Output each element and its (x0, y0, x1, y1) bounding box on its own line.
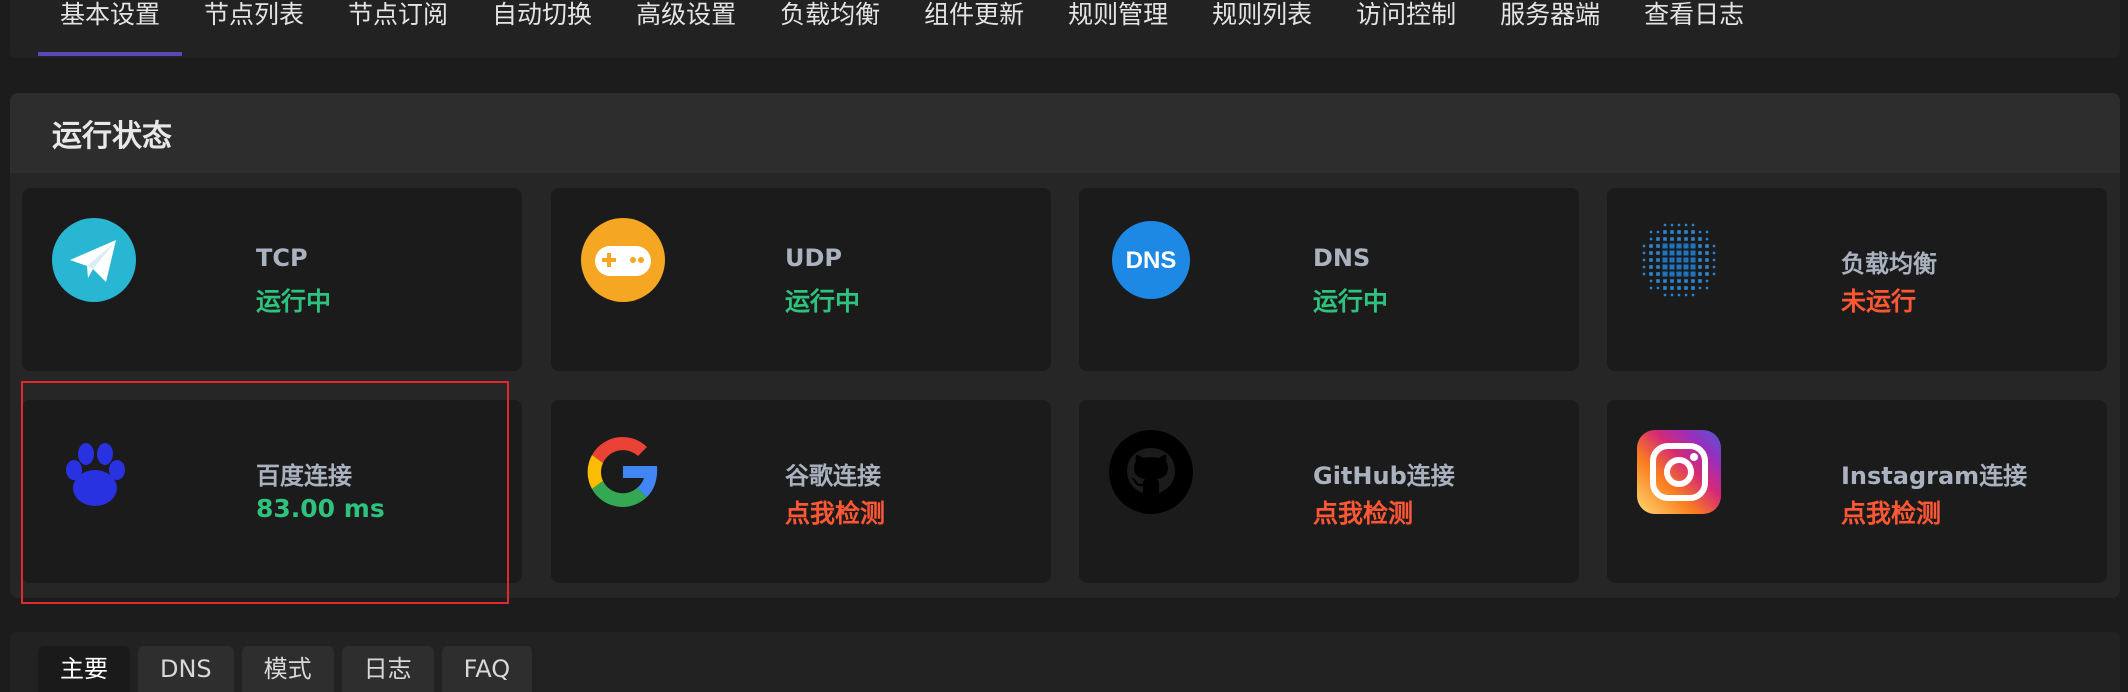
card-status: 运行中 (256, 287, 332, 316)
card-name: DNS (1313, 244, 1371, 272)
status-card-tcp: TCP 运行中 (22, 188, 522, 371)
card-status: 83.00 ms (256, 494, 385, 523)
status-card-load-balance: 负载均衡 未运行 (1607, 188, 2107, 371)
bottom-tab-bar: 主要 DNS 模式 日志 FAQ (10, 632, 2120, 692)
status-card-udp: UDP 运行中 (551, 188, 1051, 371)
card-status[interactable]: 点我检测 (1841, 494, 1941, 530)
status-card-dns: DNS DNS 运行中 (1079, 188, 1579, 371)
tab-server[interactable]: 服务器端 (1478, 0, 1622, 56)
tab-dns[interactable]: DNS (138, 646, 234, 692)
card-status: 未运行 (1841, 287, 1917, 316)
baidu-paw-icon (52, 430, 136, 514)
status-panel: 运行状态 TCP 运行中 UDP 运行中 DNS DNS 运行中 负载均衡 未运… (10, 93, 2120, 598)
tab-rule-list[interactable]: 规则列表 (1190, 0, 1334, 56)
card-status: 运行中 (785, 287, 861, 316)
card-name: Instagram连接 (1841, 462, 2028, 490)
card-name: 负载均衡 (1841, 250, 1937, 278)
google-icon (581, 430, 665, 514)
tab-rule-management[interactable]: 规则管理 (1046, 0, 1190, 56)
tab-node-subscription[interactable]: 节点订阅 (326, 0, 470, 56)
github-icon (1109, 430, 1193, 514)
card-name: 谷歌连接 (785, 462, 881, 490)
tab-component-update[interactable]: 组件更新 (902, 0, 1046, 56)
status-card-google[interactable]: 谷歌连接 点我检测 (551, 400, 1051, 583)
tab-faq[interactable]: FAQ (441, 646, 533, 692)
tab-access-control[interactable]: 访问控制 (1334, 0, 1478, 56)
dns-icon: DNS (1109, 218, 1193, 302)
tab-basic-settings[interactable]: 基本设置 (38, 0, 183, 56)
top-nav: 基本设置 节点列表 节点订阅 自动切换 高级设置 负载均衡 组件更新 规则管理 … (10, 0, 2120, 58)
status-card-instagram[interactable]: Instagram连接 点我检测 (1607, 400, 2107, 583)
paper-plane-icon (52, 218, 136, 302)
instagram-icon (1637, 430, 1721, 514)
tab-log[interactable]: 日志 (341, 646, 434, 692)
dotted-globe-icon (1637, 218, 1721, 302)
tab-load-balance[interactable]: 负载均衡 (758, 0, 902, 56)
card-name: 百度连接 (256, 462, 352, 490)
tab-view-logs[interactable]: 查看日志 (1622, 0, 1766, 56)
panel-title: 运行状态 (52, 119, 172, 154)
tab-main[interactable]: 主要 (38, 646, 130, 692)
card-status[interactable]: 点我检测 (785, 494, 885, 530)
tab-node-list[interactable]: 节点列表 (182, 0, 326, 56)
card-status: 运行中 (1313, 287, 1389, 316)
status-card-baidu[interactable]: 百度连接 83.00 ms (22, 400, 522, 583)
panel-header: 运行状态 (10, 93, 2120, 173)
gamepad-icon (581, 218, 665, 302)
card-name: UDP (785, 244, 842, 272)
card-status[interactable]: 点我检测 (1313, 494, 1413, 530)
card-name: GitHub连接 (1313, 462, 1455, 490)
tab-mode[interactable]: 模式 (241, 646, 334, 692)
tab-advanced-settings[interactable]: 高级设置 (614, 0, 758, 56)
card-name: TCP (256, 244, 308, 272)
svg-text:DNS: DNS (1126, 247, 1177, 274)
tab-auto-switch[interactable]: 自动切换 (470, 0, 614, 56)
status-card-github[interactable]: GitHub连接 点我检测 (1079, 400, 1579, 583)
